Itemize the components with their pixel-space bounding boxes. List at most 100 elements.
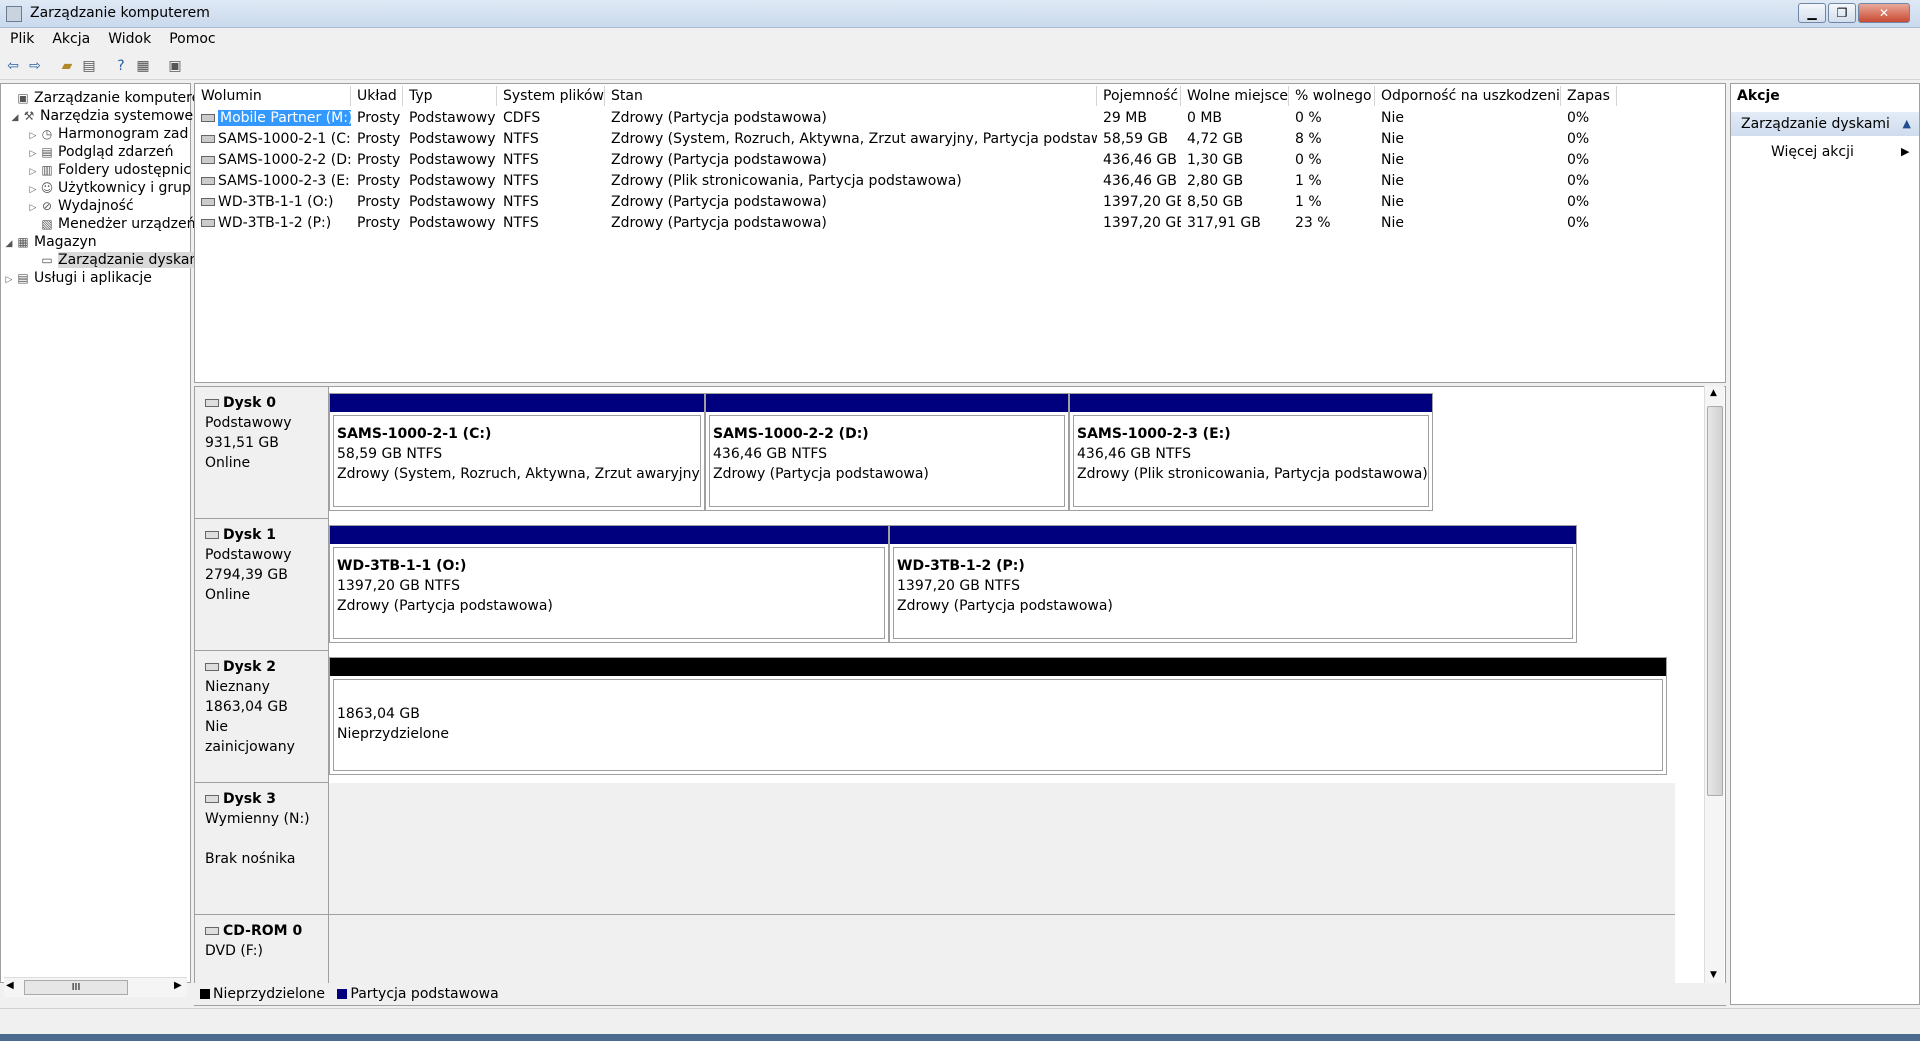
- tree-item[interactable]: ▷ ☺ Użytkownicy i grup: [27, 178, 191, 198]
- partition[interactable]: SAMS-1000-2-2 (D:) 436,46 GB NTFS Zdrowy (…: [705, 393, 1069, 511]
- cell-filesystem: NTFS: [503, 194, 539, 210]
- maximize-button[interactable]: ❐: [1828, 3, 1856, 23]
- cell-free-space: 1,30 GB: [1187, 152, 1244, 168]
- tree-horizontal-scrollbar[interactable]: ◀ III ▶: [4, 977, 187, 997]
- table-row[interactable]: SAMS-1000-2-2 (D:) Prosty Podstawowy NTFS Zd…: [195, 150, 1725, 171]
- disk-status: Online: [205, 455, 251, 471]
- scroll-thumb[interactable]: [1707, 406, 1723, 796]
- column-header-type[interactable]: Typ: [403, 86, 497, 106]
- table-row[interactable]: SAMS-1000-2-3 (E:) Prosty Podstawowy NTFS Zd…: [195, 171, 1725, 192]
- partition-status: Zdrowy (Plik stronicowania, Partycja pod…: [1077, 466, 1428, 482]
- up-folder-icon[interactable]: ▰: [58, 57, 76, 75]
- column-header-volume[interactable]: Wolumin: [195, 86, 351, 106]
- partition[interactable]: 1863,04 GB Nieprzydzielone: [329, 657, 1667, 775]
- menu-action[interactable]: Akcja: [42, 28, 98, 47]
- partition[interactable]: WD-3TB-1-2 (P:) 1397,20 GB NTFS Zdrowy (Pa…: [889, 525, 1577, 643]
- menu-help[interactable]: Pomoc: [159, 28, 223, 47]
- table-row[interactable]: WD-3TB-1-1 (O:) Prosty Podstawowy NTFS Zdrow…: [195, 192, 1725, 213]
- volume-icon: [201, 114, 215, 122]
- cell-layout: Prosty: [357, 110, 401, 126]
- hard-disk-icon: [205, 399, 219, 407]
- cell-status: Zdrowy (Partycja podstawowa): [611, 194, 827, 210]
- tree-item[interactable]: ▭ Zarządzanie dyskam: [27, 250, 204, 270]
- column-header-status[interactable]: Stan: [605, 86, 1097, 106]
- partition[interactable]: SAMS-1000-2-1 (C:) 58,59 GB NTFS Zdrowy (S…: [329, 393, 705, 511]
- column-header-layout[interactable]: Układ: [351, 86, 403, 106]
- scroll-thumb[interactable]: III: [24, 980, 128, 995]
- taskbar: [0, 1034, 1920, 1041]
- tree-item[interactable]: ▷ ⊘ Wydajność: [27, 196, 134, 216]
- column-header-percent-free[interactable]: % wolnego: [1289, 86, 1375, 106]
- cell-overhead: 0%: [1567, 173, 1590, 189]
- menu-file[interactable]: Plik: [0, 28, 42, 47]
- disk-status: Nie zainicjowany: [205, 719, 295, 755]
- table-row[interactable]: WD-3TB-1-2 (P:) Prosty Podstawowy NTFS Zdrow…: [195, 213, 1725, 234]
- actions-header: Akcje: [1731, 84, 1919, 108]
- storage-icon: ▦: [17, 235, 29, 249]
- collapse-up-icon[interactable]: ▲: [1903, 112, 1911, 136]
- primary-partition-bar: [1070, 394, 1432, 412]
- forward-arrow-icon[interactable]: ⇨: [26, 57, 44, 75]
- disk-type: DVD (F:): [205, 943, 263, 959]
- tree-item[interactable]: ▷ ◷ Harmonogram zad: [27, 124, 189, 144]
- shared-folder-icon: ▥: [41, 163, 53, 177]
- tree-item[interactable]: ▧ Menedżer urządzeń: [27, 214, 195, 234]
- show-tree-icon[interactable]: ▤: [80, 57, 98, 75]
- hard-disk-icon: [205, 795, 219, 803]
- disk-info[interactable]: Dysk 1 Podstawowy 2794,39 GB Online: [195, 519, 329, 651]
- cell-filesystem: NTFS: [503, 152, 539, 168]
- hard-disk-icon: [205, 531, 219, 539]
- disk-status: Online: [205, 587, 251, 603]
- table-row[interactable]: Mobile Partner (M:) Prosty Podstawowy CDFS Z…: [195, 108, 1725, 129]
- column-header-overhead[interactable]: Zapas: [1561, 86, 1617, 106]
- tree-item[interactable]: ▷ ▤ Usługi i aplikacje: [3, 268, 152, 288]
- column-header-fault-tolerance[interactable]: Odporność na uszkodzenia: [1375, 86, 1561, 106]
- tree-item[interactable]: ▷ ▥ Foldery udostępnic: [27, 160, 192, 180]
- expander-icon[interactable]: ◢: [3, 234, 15, 252]
- column-header-capacity[interactable]: Pojemność: [1097, 86, 1181, 106]
- expander-icon[interactable]: ▷: [3, 270, 15, 288]
- primary-partition-bar: [890, 526, 1576, 544]
- actions-section-label: Zarządzanie dyskami: [1741, 116, 1890, 132]
- volume-icon: [201, 219, 215, 227]
- disk-info[interactable]: Dysk 3 Wymienny (N:) Brak nośnika: [195, 783, 329, 915]
- actions-section-disk-management[interactable]: Zarządzanie dyskami ▲: [1731, 112, 1919, 136]
- services-icon: ▤: [17, 271, 29, 285]
- disk-name-line: Dysk 1: [205, 525, 318, 545]
- back-arrow-icon[interactable]: ⇦: [4, 57, 22, 75]
- cell-layout: Prosty: [357, 215, 401, 231]
- cell-layout: Prosty: [357, 152, 401, 168]
- tree-item[interactable]: ◢ ⚒ Narzędzia systemowe: [9, 106, 194, 126]
- disk-size: 2794,39 GB: [205, 567, 288, 583]
- help-icon[interactable]: ?: [112, 57, 130, 75]
- column-header-free-space[interactable]: Wolne miejsce: [1181, 86, 1289, 106]
- scroll-down-icon[interactable]: ▼: [1710, 970, 1717, 980]
- partition-details: SAMS-1000-2-1 (C:) 58,59 GB NTFS Zdrowy (S…: [333, 415, 701, 507]
- scroll-left-icon[interactable]: ◀: [6, 980, 14, 991]
- console-view-icon[interactable]: ▦: [134, 57, 152, 75]
- tree-item-label: Zarządzanie dyskam: [58, 252, 204, 268]
- cell-percent-free: 0 %: [1295, 152, 1322, 168]
- disk-info[interactable]: Dysk 0 Podstawowy 931,51 GB Online: [195, 387, 329, 519]
- minimize-button[interactable]: ▁: [1798, 3, 1826, 23]
- tree-item[interactable]: ◢ ▦ Magazyn: [3, 232, 97, 252]
- more-actions-link[interactable]: Więcej akcji: [1771, 142, 1854, 162]
- disk-info[interactable]: Dysk 2 Nieznany 1863,04 GB Nie zainicjowany: [195, 651, 329, 783]
- column-header-filesystem[interactable]: System plików: [497, 86, 605, 106]
- properties-icon[interactable]: ▣: [166, 57, 184, 75]
- table-row[interactable]: SAMS-1000-2-1 (C:) Prosty Podstawowy NTFS Zd…: [195, 129, 1725, 150]
- partition[interactable]: WD-3TB-1-1 (O:) 1397,20 GB NTFS Zdrowy (Pa…: [329, 525, 889, 643]
- partition[interactable]: SAMS-1000-2-3 (E:) 436,46 GB NTFS Zdrowy (…: [1069, 393, 1433, 511]
- computer-icon: ▣: [17, 91, 29, 105]
- cell-volume: SAMS-1000-2-2 (D:): [195, 150, 351, 171]
- tree-item[interactable]: ▷ ▤ Podgląd zdarzeń: [27, 142, 174, 162]
- close-button[interactable]: ✕: [1858, 3, 1910, 23]
- hard-disk-icon: [205, 663, 219, 671]
- menu-view[interactable]: Widok: [98, 28, 159, 47]
- disk-view-vertical-scrollbar[interactable]: ▲ ▼: [1704, 386, 1724, 986]
- tree-item-label: Harmonogram zad: [58, 126, 189, 142]
- scroll-right-icon[interactable]: ▶: [174, 980, 182, 991]
- expander-icon[interactable]: ◢: [9, 108, 21, 126]
- scroll-up-icon[interactable]: ▲: [1710, 388, 1717, 398]
- cell-volume: SAMS-1000-2-3 (E:): [195, 171, 351, 192]
